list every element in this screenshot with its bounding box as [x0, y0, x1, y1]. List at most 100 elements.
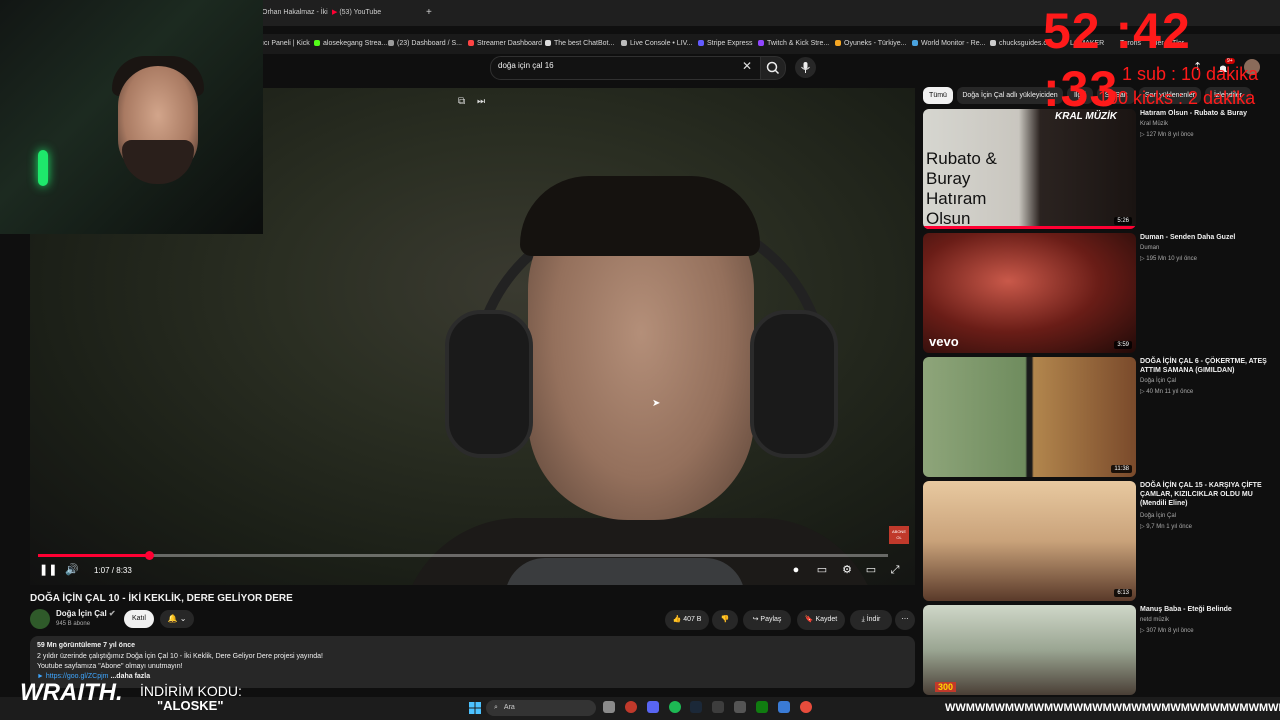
progress-track[interactable] — [38, 554, 888, 557]
duration-badge: 3:59 — [1114, 341, 1132, 349]
headphone-right — [750, 310, 838, 458]
description-box[interactable] — [30, 636, 915, 688]
obs-icon[interactable] — [800, 701, 812, 713]
rec-channel[interactable]: Duman — [1140, 245, 1159, 251]
theater-icon[interactable]: ▭ — [864, 563, 878, 577]
rec-title[interactable]: DOĞA İÇİN ÇAL 6 - ÇÖKERTME, ATEŞ ATTIM S… — [1140, 357, 1276, 375]
chip-all[interactable]: Tümü — [923, 87, 953, 104]
bookmark-0[interactable]: ıcı Paneli | Kick — [262, 34, 310, 54]
rec-channel[interactable]: netd müzik — [1140, 617, 1169, 623]
twitch-icon — [758, 40, 764, 47]
taskbar-search[interactable]: ⌕ Ara — [486, 700, 596, 716]
bookmark-label: Stripe Express — [707, 40, 753, 47]
time-display: 1:07 / 8:33 — [94, 566, 132, 575]
xbox-icon[interactable] — [756, 701, 768, 713]
description-stats: 59 Mn görüntüleme 7 yıl önce — [37, 642, 136, 649]
streamer-beard — [122, 140, 194, 184]
bookmark-3[interactable]: Streamer Dashboard — [468, 34, 542, 54]
discord-icon[interactable] — [647, 701, 659, 713]
opera-icon[interactable] — [625, 701, 637, 713]
bookmark-2[interactable]: (23) Dashboard / S... — [388, 34, 462, 54]
rec-title[interactable]: DOĞA İÇİN ÇAL 15 - KARŞIYA ÇİFTE ÇAMLAR,… — [1140, 481, 1276, 508]
video-person-shirt — [505, 558, 745, 585]
like-button[interactable]: 👍 407 B — [665, 610, 709, 630]
x-icon — [388, 40, 394, 47]
rec-meta: ▷ 127 Mn 8 yıl önce — [1140, 132, 1194, 138]
app-icon[interactable] — [734, 701, 746, 713]
tab-youtube[interactable]: ▶ (53) YouTube — [332, 4, 381, 22]
console-icon — [621, 40, 627, 47]
app-icon[interactable] — [778, 701, 790, 713]
subscribe-watermark[interactable]: ABONE OL — [889, 526, 909, 544]
miniplayer-icon[interactable]: ⧉ — [458, 96, 465, 107]
more-icon: ⋯ — [901, 616, 909, 623]
skip-icon[interactable]: ⏭ — [477, 96, 485, 107]
stripe-icon — [698, 40, 704, 47]
thumbnail-text: Rubato & Buray Hatıram Olsun — [926, 149, 997, 228]
gear-icon[interactable]: ⚙ — [840, 563, 854, 577]
bookmark-label: (23) Dashboard / S... — [397, 40, 462, 47]
channel-name-label: Doğa İçin Çal — [56, 609, 107, 618]
rec-channel[interactable]: Kral Müzik — [1140, 121, 1168, 127]
kicks-rule-text: 100 kicks : 2 dakika — [1098, 88, 1256, 108]
thumbs-up-icon: 👍 — [672, 616, 682, 623]
more-actions-button[interactable]: ⋯ — [895, 610, 915, 630]
rec-channel[interactable]: Doğa İçin Çal — [1140, 378, 1176, 384]
dashboard-icon — [468, 40, 474, 47]
channel-name[interactable]: Doğa İçin Çal ✔ — [56, 609, 116, 618]
rec-thumbnail[interactable]: Rubato & Buray Hatıram Olsun KRAL MÜZİK … — [923, 109, 1136, 229]
channel-avatar[interactable] — [30, 609, 50, 629]
pause-icon[interactable]: ❚❚ — [39, 563, 57, 577]
bookmark-9[interactable]: World Monitor - Re... — [912, 34, 985, 54]
close-icon[interactable]: ✕ — [742, 59, 752, 73]
task-view-icon[interactable] — [603, 701, 615, 713]
rec-title[interactable]: Manuş Baba - Eteği Belinde — [1140, 605, 1276, 614]
rec-meta: ▷ 195 Mn 10 yıl önce — [1140, 256, 1197, 262]
bookmark-1[interactable]: alosekegang Strea... — [314, 34, 387, 54]
steam-icon[interactable] — [690, 701, 702, 713]
search-button[interactable] — [760, 56, 786, 80]
watched-progress — [923, 226, 1136, 229]
autoplay-toggle-icon[interactable]: ● — [789, 563, 803, 577]
bookmark-6[interactable]: Stripe Express — [698, 34, 753, 54]
save-button[interactable]: 🔖 Kaydet — [797, 610, 845, 630]
bookmark-4[interactable]: The best ChatBot... — [545, 34, 614, 54]
download-button[interactable]: ⤓ İndir — [850, 610, 892, 630]
mic-button[interactable] — [795, 57, 816, 78]
bookmark-label: alosekegang Strea... — [323, 40, 388, 47]
bookmark-7[interactable]: Twitch & Kick Stre... — [758, 34, 829, 54]
rec-channel[interactable]: Doğa İçin Çal — [1140, 513, 1176, 519]
cursor-icon: ➤ — [652, 398, 661, 409]
dislike-button[interactable]: 👎 — [712, 610, 738, 630]
bookmark-icon: 🔖 — [804, 616, 814, 623]
progress-scrubber[interactable] — [145, 551, 154, 560]
fullscreen-icon[interactable]: ⤢ — [888, 563, 902, 577]
share-button[interactable]: ↪ Paylaş — [743, 610, 791, 630]
rec-thumbnail[interactable]: 300 — [923, 605, 1136, 695]
app-icon[interactable] — [712, 701, 724, 713]
tab-orhan[interactable]: Orhan Hakalmaz - İki — [262, 4, 328, 22]
streamer-mic-light — [38, 150, 48, 186]
share-label: Paylaş — [760, 616, 782, 623]
notification-bell-button[interactable]: 🔔 ⌄ — [160, 610, 194, 628]
kick-icon — [314, 40, 320, 47]
page-icon — [990, 40, 996, 47]
subtitles-icon[interactable]: ▭ — [815, 563, 829, 577]
rec-meta: ▷ 9,7 Mn 1 yıl önce — [1140, 524, 1192, 530]
rec-title[interactable]: Duman - Senden Daha Guzel — [1140, 233, 1276, 242]
rec-thumbnail[interactable]: 11:38 — [923, 357, 1136, 477]
headphone-left — [445, 310, 533, 458]
rec-thumbnail[interactable]: vevo 3:59 — [923, 233, 1136, 353]
search-input[interactable]: doğa için çal 16 — [498, 61, 554, 70]
windows-start-icon[interactable] — [469, 701, 481, 714]
new-tab-icon[interactable]: + — [426, 4, 432, 22]
bookmark-label: World Monitor - Re... — [921, 40, 986, 47]
spotify-icon[interactable] — [669, 701, 681, 713]
rec-thumbnail[interactable]: 6:13 — [923, 481, 1136, 601]
volume-icon[interactable]: 🔊 — [65, 563, 79, 577]
chat-ticker: WWMWMWMWMWMWMWMWMWMWMWMWMWMWMWMWMWMWW — [945, 702, 1280, 714]
bookmark-5[interactable]: Live Console • LIV... — [621, 34, 693, 54]
save-label: Kaydet — [815, 616, 838, 623]
join-button[interactable]: Katıl — [124, 610, 154, 628]
bookmark-8[interactable]: Oyuneks - Türkiye... — [835, 34, 907, 54]
